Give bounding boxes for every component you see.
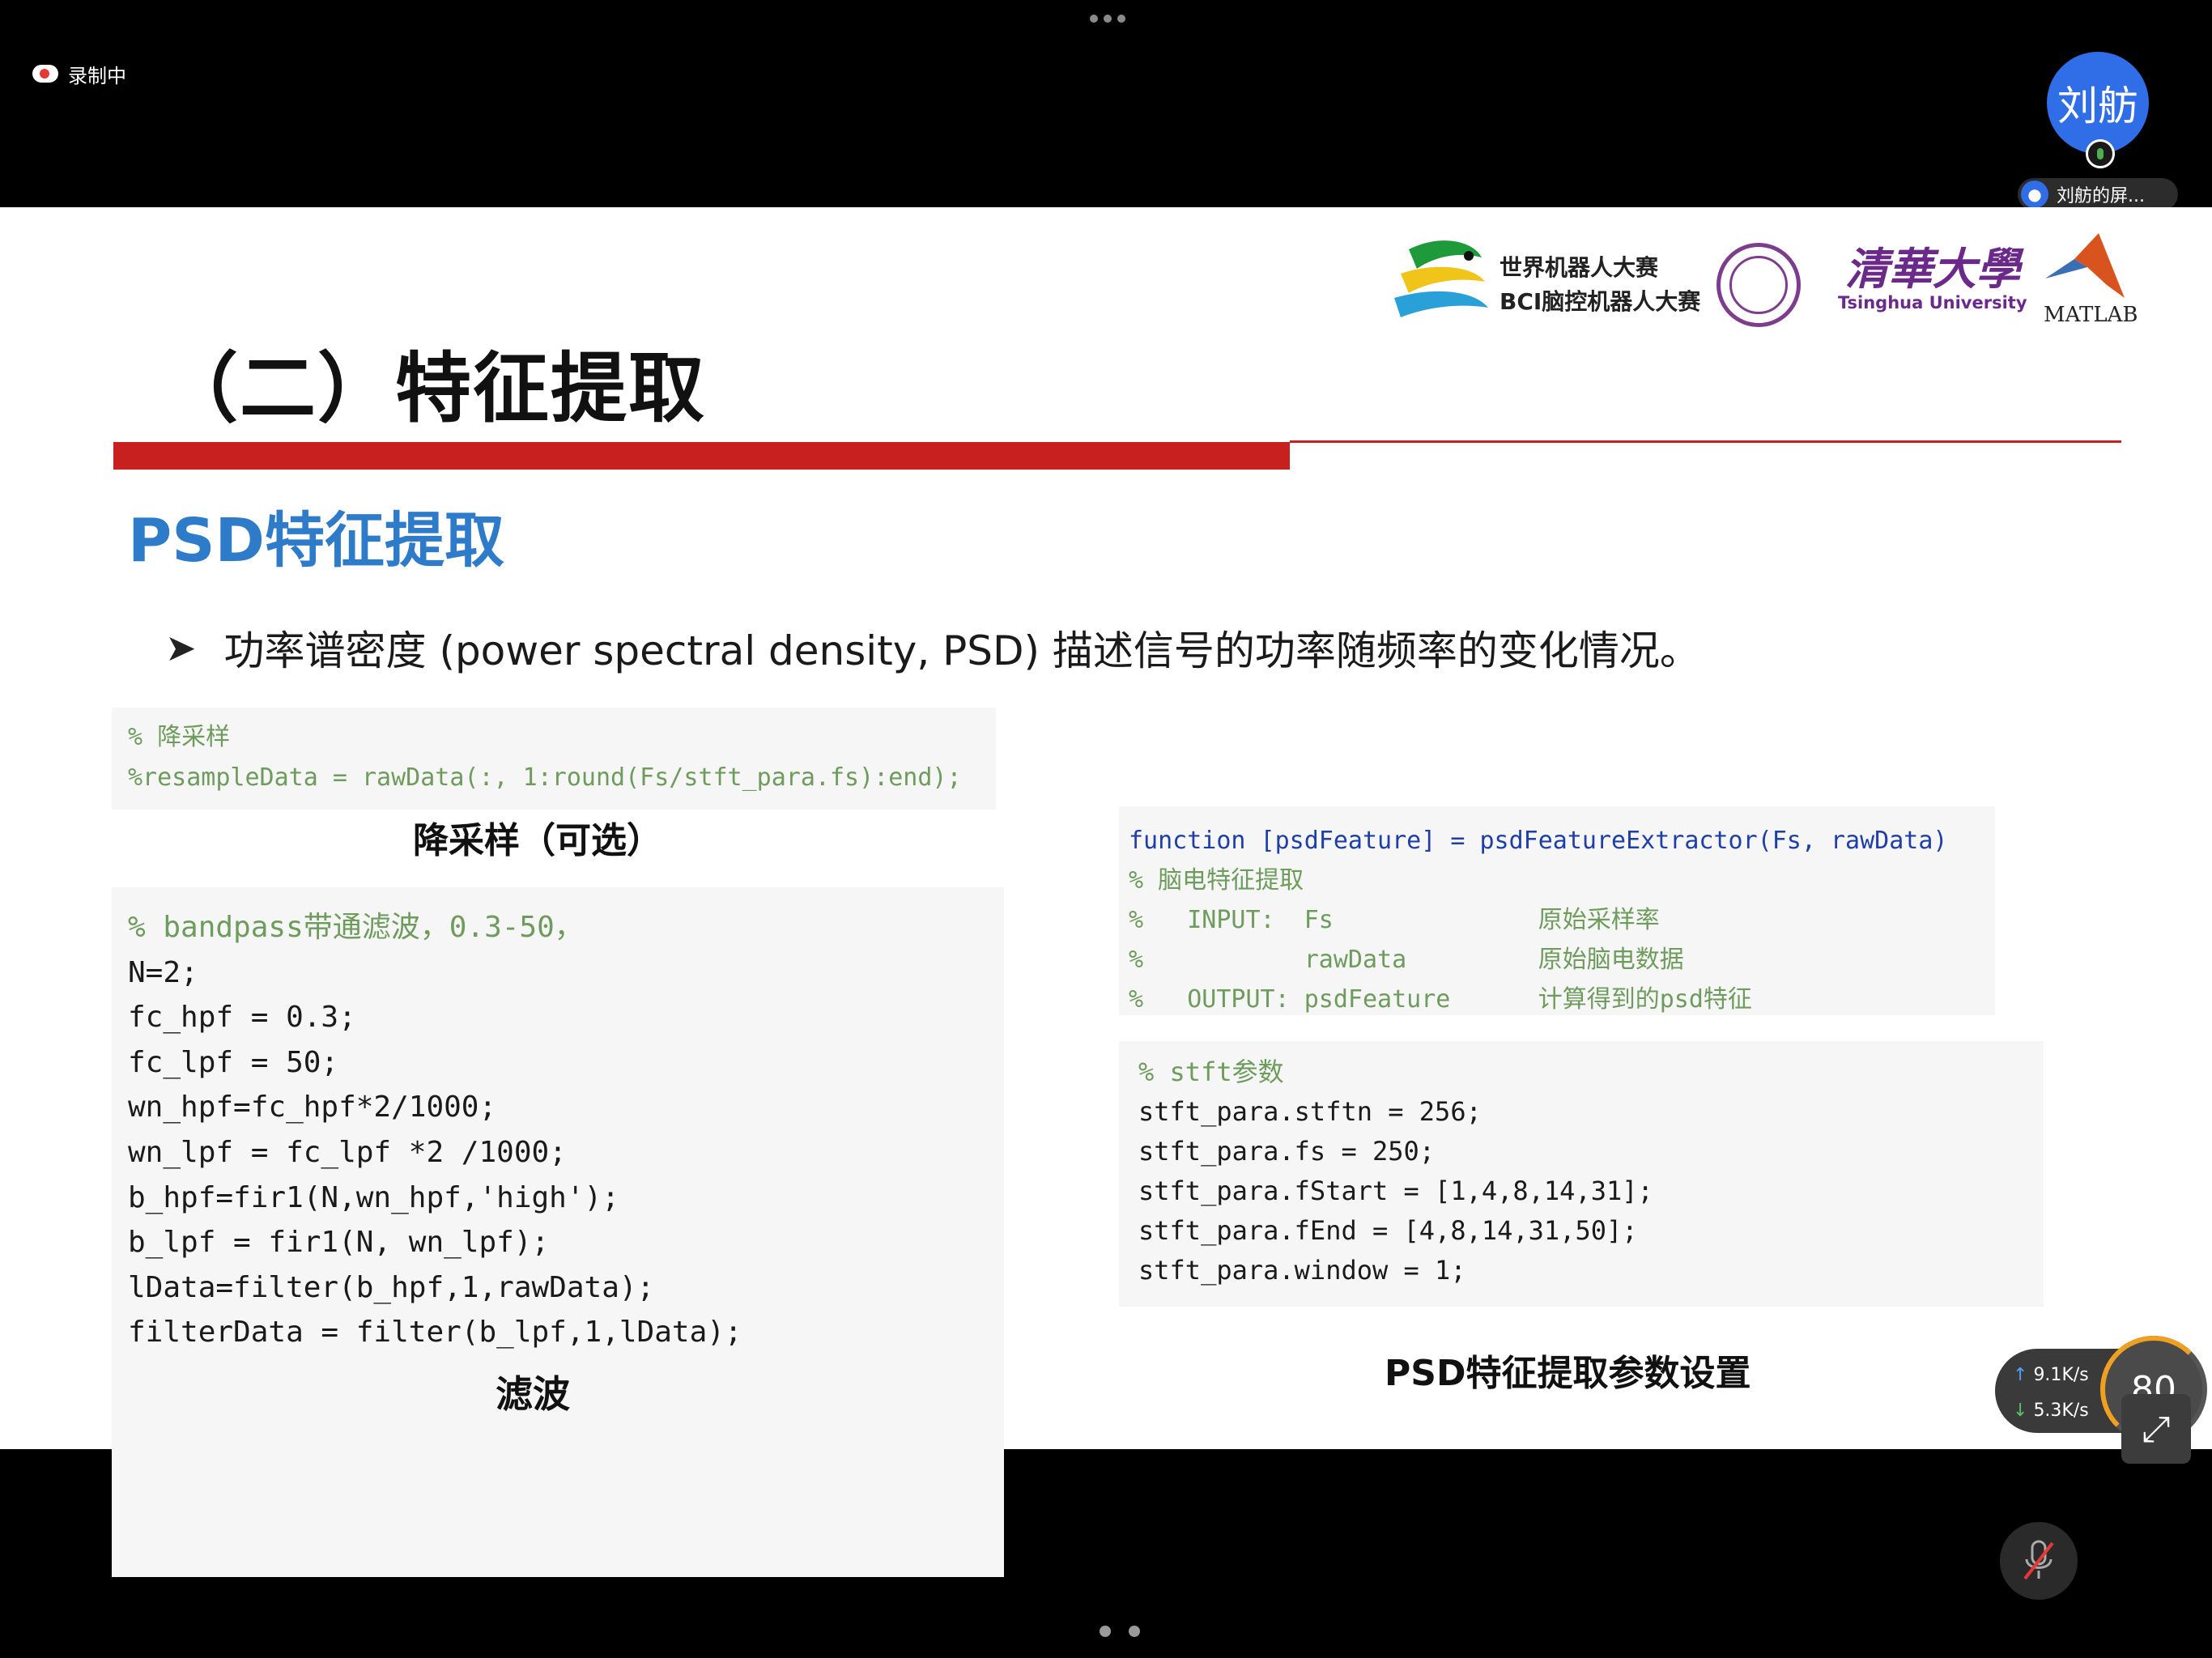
expand-icon[interactable]: ⤢ [2121, 1394, 2191, 1464]
upload-speed: ↑ 9.1K/s [2013, 1365, 2089, 1385]
code-line: lData=filter(b_hpf,1,rawData); [128, 1270, 655, 1304]
matlab-logo-icon [2045, 233, 2125, 298]
filter-code-block: % bandpass带通滤波，0.3-50， N=2; fc_hpf = 0.3; f… [112, 887, 1004, 1577]
code-line: % stft参数 [1138, 1056, 1284, 1087]
wrc-line1: 世界机器人大赛 [1499, 254, 1659, 281]
code-line: % 脑电特征提取 [1129, 866, 1304, 895]
mute-button[interactable] [2000, 1522, 2078, 1600]
arrow-up-icon: ↑ [2013, 1365, 2028, 1385]
page-indicator-dot[interactable] [1100, 1626, 1111, 1637]
code-line: b_hpf=fir1(N,wn_hpf,'high'); [128, 1180, 619, 1214]
title-rule [113, 442, 1290, 470]
resample-caption: 降采样（可选） [413, 820, 662, 861]
user-icon: ● [2021, 181, 2048, 208]
upload-value: 9.1 [2033, 1365, 2062, 1385]
filter-caption: 滤波 [496, 1372, 570, 1416]
bullet-text: 功率谱密度 (power spectral density, PSD) 描述信号… [223, 627, 1700, 674]
download-speed: ↓ 5.3K/s [2013, 1401, 2089, 1421]
code-line: function [psdFeature] = psdFeatureExtrac… [1129, 827, 1948, 855]
wrc-line2: BCI脑控机器人大赛 [1499, 288, 1701, 315]
function-code-block: function [psdFeature] = psdFeatureExtrac… [1119, 806, 1995, 1015]
code-line: N=2; [128, 955, 198, 989]
code-line: fc_lpf = 50; [128, 1045, 339, 1079]
university-seal-icon [1716, 243, 1801, 327]
download-unit: K/s [2061, 1401, 2089, 1421]
stft-code-block: % stft参数 stft_para.stftn = 256; stft_para.… [1119, 1041, 2044, 1307]
code-line: % OUTPUT: psdFeature 计算得到的psd特征 [1129, 985, 1752, 1014]
resample-code-block: % 降采样 %resampleData = rawData(:, 1:round(… [112, 708, 996, 810]
wrc-logo-text: 世界机器人大赛 BCI脑控机器人大赛 [1499, 251, 1700, 319]
tsinghua-logo: 清華大學 Tsinghua University [1838, 244, 2027, 312]
code-line: stft_para.fStart = [1,4,8,14,31]; [1138, 1175, 1653, 1206]
tsinghua-en: Tsinghua University [1838, 293, 2027, 312]
code-line: % bandpass带通滤波，0.3-50， [128, 911, 584, 944]
title-rule-thin [1290, 440, 2121, 443]
bullet-point: ➤ 功率谱密度 (power spectral density, PSD) 描述… [165, 619, 1700, 677]
wrc-logo-icon [1394, 240, 1488, 317]
code-line: stft_para.fs = 250; [1138, 1136, 1436, 1167]
slide-title: （二）特征提取 [162, 345, 707, 433]
arrow-bullet-icon: ➤ [165, 626, 197, 670]
more-options-icon[interactable] [1090, 15, 1125, 24]
recording-indicator: 录制中 [32, 62, 126, 87]
tsinghua-cn: 清華大學 [1844, 243, 2020, 295]
participant-avatar[interactable]: 刘舫 [2047, 52, 2149, 154]
download-value: 5.3 [2033, 1401, 2062, 1421]
matlab-label: MATLAB [2044, 303, 2138, 327]
arrow-down-icon: ↓ [2013, 1401, 2028, 1421]
shared-slide: 世界机器人大赛 BCI脑控机器人大赛 清華大學 Tsinghua Univers… [0, 207, 2212, 1637]
mic-muted-icon [2023, 1540, 2054, 1580]
code-line: stft_para.window = 1; [1138, 1255, 1466, 1286]
code-line: b_lpf = fir1(N, wn_lpf); [128, 1226, 550, 1260]
section-heading: PSD特征提取 [128, 506, 504, 576]
code-line: wn_lpf = fc_lpf *2 /1000; [128, 1135, 567, 1169]
screen-share-text: 刘舫的屏... [2057, 186, 2145, 206]
recording-label: 录制中 [68, 64, 126, 87]
code-line: wn_hpf=fc_hpf*2/1000; [128, 1090, 497, 1124]
cloud-record-icon [32, 65, 58, 83]
screen-share-label[interactable]: ● 刘舫的屏... [2018, 178, 2178, 210]
code-line: % rawData 原始脑电数据 [1129, 946, 1684, 974]
mic-active-icon [2086, 139, 2115, 168]
code-line: % INPUT: Fs 原始采样率 [1129, 906, 1660, 934]
code-line: % 降采样 [128, 723, 231, 751]
code-line: fc_hpf = 0.3; [128, 1001, 356, 1035]
code-line: stft_para.fEnd = [4,8,14,31,50]; [1138, 1215, 1638, 1246]
psd-params-caption: PSD特征提取参数设置 [1385, 1353, 1751, 1394]
code-line: stft_para.stftn = 256; [1138, 1096, 1482, 1127]
page-indicator-dot[interactable] [1129, 1626, 1140, 1637]
code-line: filterData = filter(b_lpf,1,lData); [128, 1316, 742, 1350]
upload-unit: K/s [2061, 1365, 2089, 1385]
code-line: %resampleData = rawData(:, 1:round(Fs/st… [128, 763, 962, 792]
